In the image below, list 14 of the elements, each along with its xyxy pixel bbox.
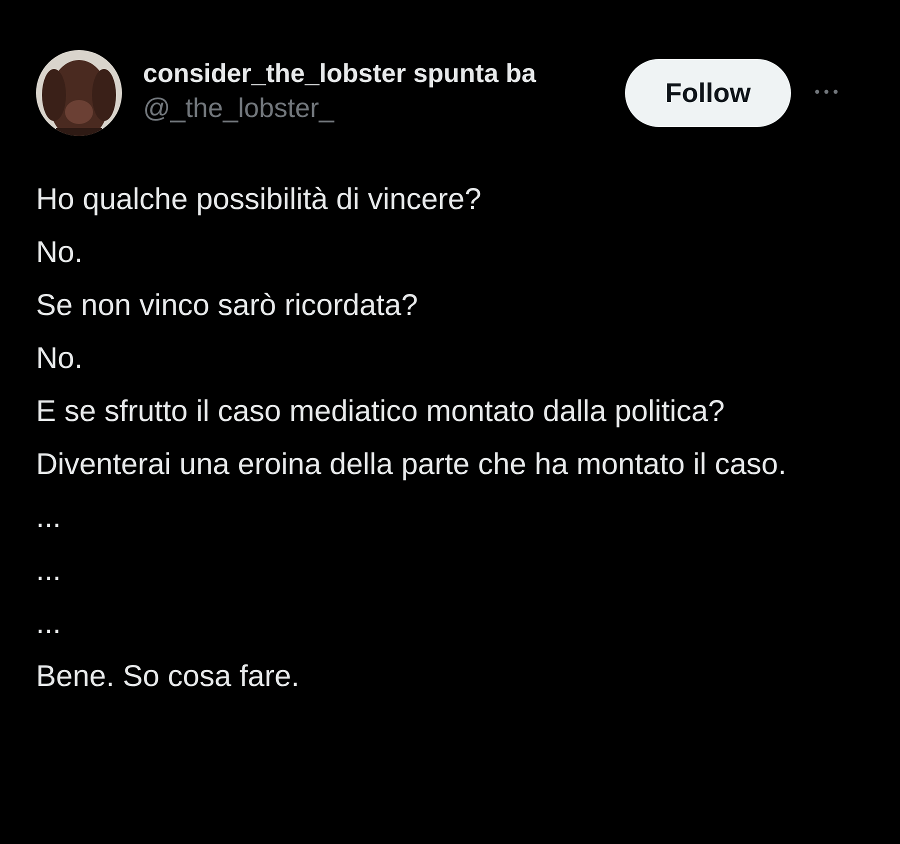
more-button[interactable]: ••• [813, 85, 841, 101]
post-text-line: ... [36, 500, 62, 536]
post-text-line: No. [36, 341, 84, 377]
post-text-line: Diventerai una eroina della parte che ha montato il caso. [36, 447, 788, 483]
display-name[interactable]: consider_the_lobster spunta ba [143, 58, 623, 89]
post-text-line: ... [36, 606, 62, 642]
post-text-line: Bene. So cosa fare. [36, 659, 300, 695]
post-text-line: E se sfrutto il caso mediatico montato dalla politica? [36, 394, 726, 430]
post-text-line: Ho qualche possibilità di vincere? [36, 182, 482, 218]
user-handle[interactable]: @_the_lobster_ [143, 93, 623, 124]
post-text-line: ... [36, 553, 62, 589]
follow-button[interactable]: Follow [625, 59, 791, 127]
post-text-line: Se non vinco sarò ricordata? [36, 288, 419, 324]
post-text-line: No. [36, 235, 84, 271]
